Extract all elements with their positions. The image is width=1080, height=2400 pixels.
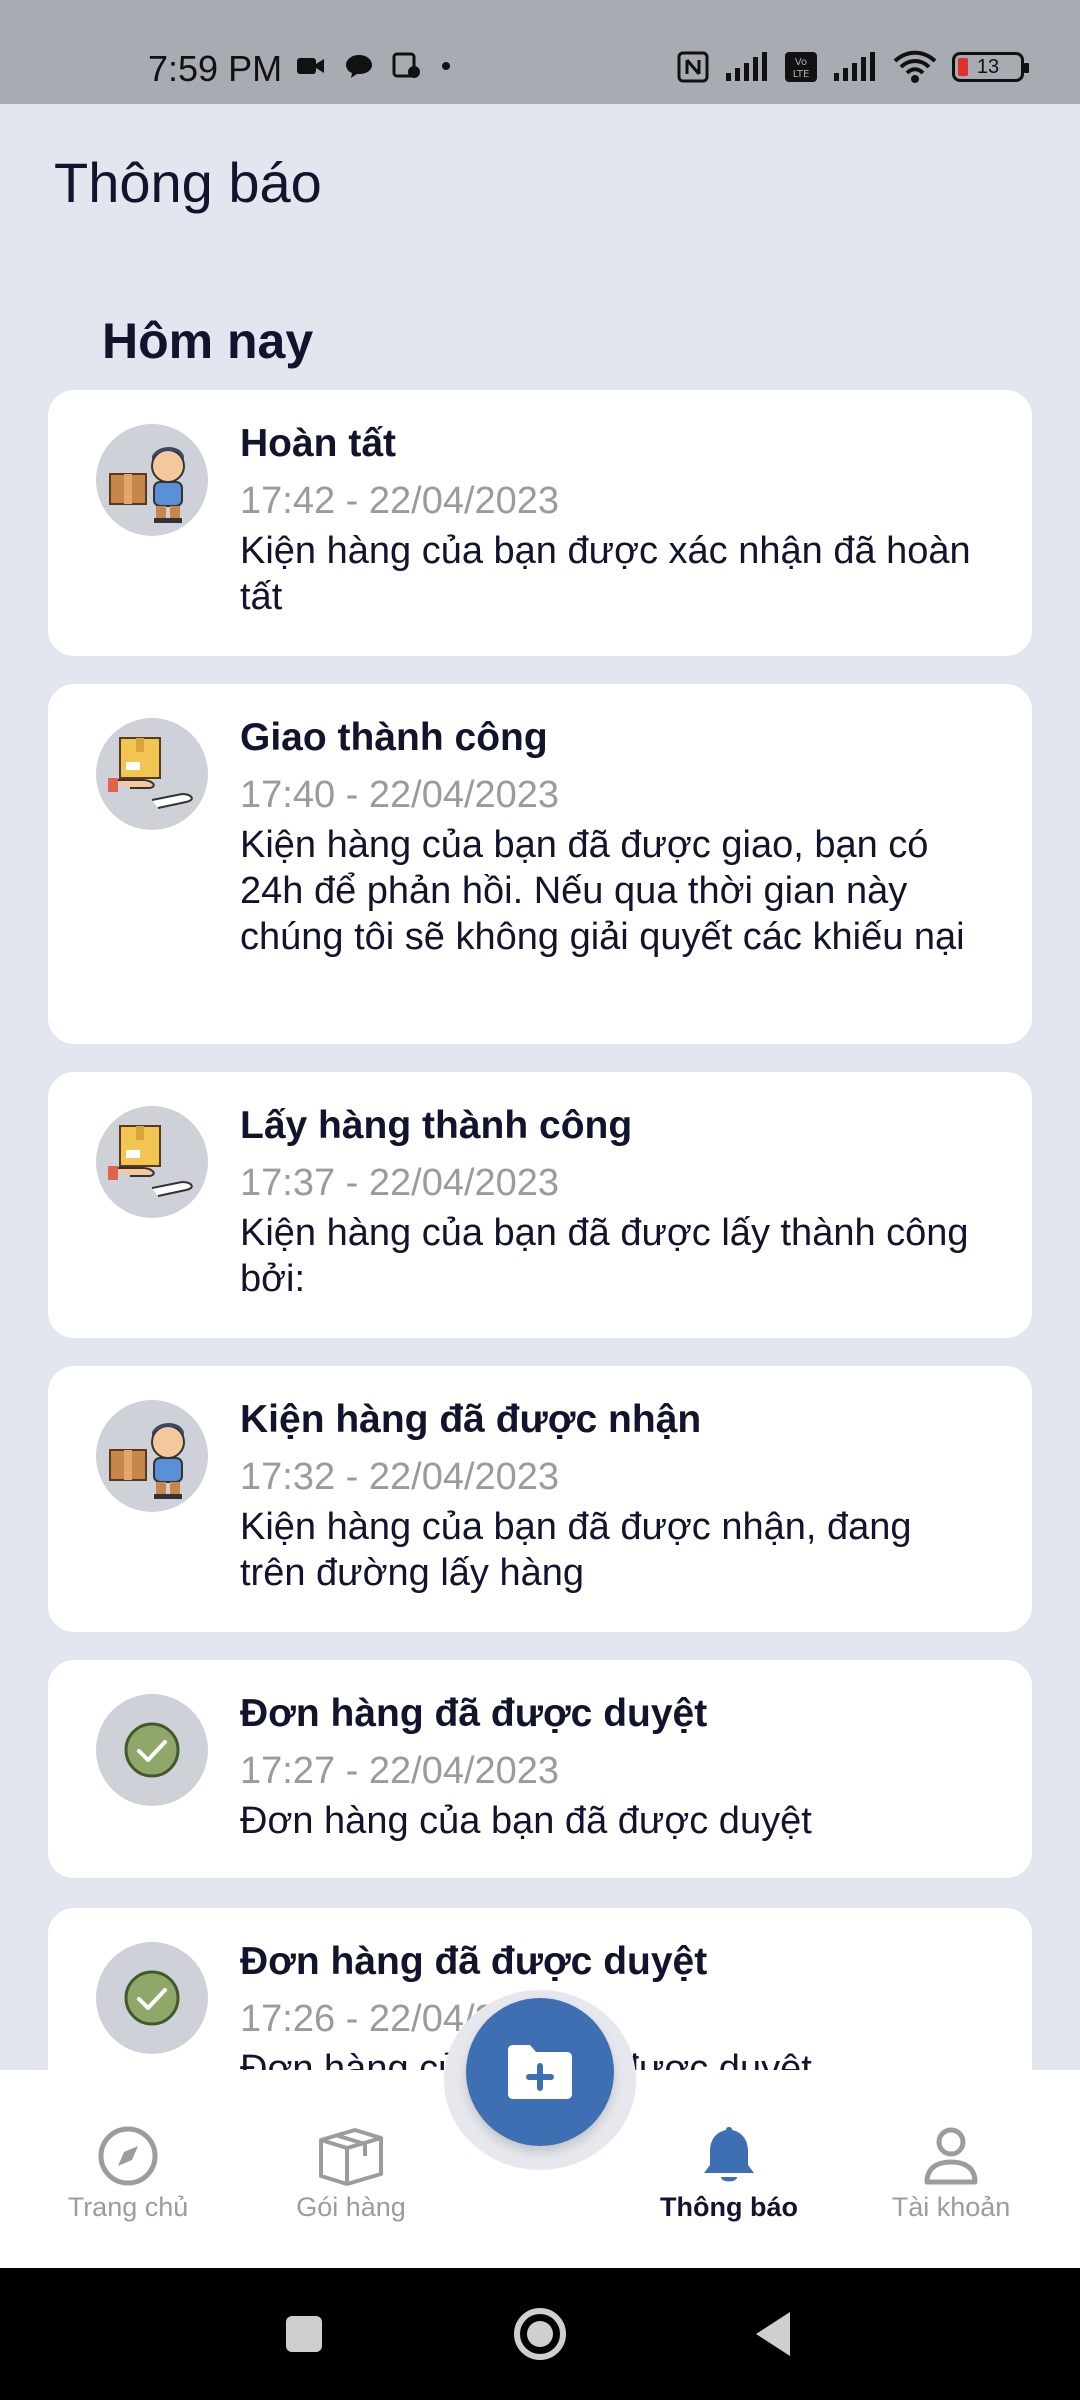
nav-packages[interactable]: Gói hàng bbox=[251, 2120, 451, 2223]
notification-title: Hoàn tất bbox=[240, 422, 396, 465]
nav-home-label: Trang chủ bbox=[67, 2192, 189, 2222]
package-hand-icon bbox=[96, 1106, 208, 1218]
nav-account-label: Tài khoản bbox=[891, 2192, 1011, 2222]
check-circle-icon bbox=[96, 1694, 208, 1806]
notification-body: Kiện hàng của bạn đã được lấy thành công… bbox=[240, 1212, 969, 1300]
nav-notifications[interactable]: Thông báo bbox=[629, 2120, 829, 2223]
notification-title: Đơn hàng đã được duyệt bbox=[240, 1940, 708, 1983]
notification-card[interactable]: Hoàn tất 17:42 - 22/04/2023 Kiện hàng củ… bbox=[48, 390, 1032, 656]
delivery-person-icon bbox=[96, 1400, 208, 1512]
status-time: 7:59 PM bbox=[148, 48, 283, 89]
check-circle-icon bbox=[96, 1942, 208, 2054]
svg-text:LTE: LTE bbox=[793, 69, 810, 80]
compass-icon bbox=[98, 2126, 158, 2186]
signal-icon-2 bbox=[834, 52, 875, 81]
notification-title: Giao thành công bbox=[240, 716, 548, 759]
notification-card[interactable]: Đơn hàng đã được duyệt 17:27 - 22/04/202… bbox=[48, 1660, 1032, 1878]
system-nav-bar bbox=[0, 2268, 1080, 2400]
notification-time: 17:27 - 22/04/2023 bbox=[240, 1750, 560, 1792]
status-bar: 7:59 PM Vo LTE 13 bbox=[0, 0, 1080, 104]
signal-icon bbox=[726, 52, 767, 81]
recents-button[interactable] bbox=[282, 2304, 326, 2364]
notification-body: Kiện hàng của bạn đã được nhận, đang trê… bbox=[240, 1506, 912, 1594]
bell-icon bbox=[704, 2127, 754, 2182]
add-package-button[interactable] bbox=[466, 1998, 614, 2146]
notification-body: Kiện hàng của bạn được xác nhận đã hoàn … bbox=[240, 530, 971, 618]
notification-card[interactable]: Lấy hàng thành công 17:37 - 22/04/2023 K… bbox=[48, 1072, 1032, 1338]
delivery-person-icon bbox=[96, 424, 208, 536]
wifi-icon bbox=[893, 50, 937, 83]
notification-list[interactable]: Hoàn tất 17:42 - 22/04/2023 Kiện hàng củ… bbox=[48, 390, 1032, 2070]
dot-icon bbox=[442, 62, 450, 70]
nav-packages-label: Gói hàng bbox=[296, 2192, 406, 2222]
folder-plus-icon bbox=[508, 2045, 572, 2099]
nfc-icon bbox=[677, 51, 709, 83]
notification-time: 17:40 - 22/04/2023 bbox=[240, 774, 560, 816]
notification-title: Kiện hàng đã được nhận bbox=[240, 1398, 702, 1441]
notification-time: 17:42 - 22/04/2023 bbox=[240, 480, 560, 522]
page-title: Thông báo bbox=[54, 151, 322, 214]
box-icon bbox=[319, 2128, 383, 2186]
home-button[interactable] bbox=[508, 2304, 572, 2364]
package-hand-icon bbox=[96, 718, 208, 830]
nav-notifications-label: Thông báo bbox=[660, 2192, 798, 2222]
screen-record-icon bbox=[392, 52, 420, 78]
notification-title: Đơn hàng đã được duyệt bbox=[240, 1692, 708, 1735]
chat-bubble-icon bbox=[346, 55, 372, 78]
user-icon bbox=[924, 2127, 978, 2185]
nav-account[interactable]: Tài khoản bbox=[851, 2120, 1051, 2223]
svg-text:Vo: Vo bbox=[795, 57, 807, 68]
notification-time: 17:37 - 22/04/2023 bbox=[240, 1162, 560, 1204]
notification-title: Lấy hàng thành công bbox=[240, 1104, 633, 1147]
notification-time: 17:32 - 22/04/2023 bbox=[240, 1456, 560, 1498]
video-camera-icon bbox=[297, 58, 324, 74]
volte-icon: VoLTE bbox=[785, 52, 817, 82]
notification-card[interactable]: Giao thành công 17:40 - 22/04/2023 Kiện … bbox=[48, 684, 1032, 1044]
nav-home[interactable]: Trang chủ bbox=[28, 2120, 228, 2223]
back-button[interactable] bbox=[752, 2304, 796, 2364]
notification-card[interactable]: Kiện hàng đã được nhận 17:32 - 22/04/202… bbox=[48, 1366, 1032, 1632]
section-title: Hôm nay bbox=[102, 313, 314, 369]
notification-body: Đơn hàng của bạn đã được duyệt bbox=[240, 1800, 812, 1842]
battery-icon: 13 bbox=[952, 52, 1029, 82]
battery-level: 13 bbox=[976, 55, 1000, 78]
notification-body: Kiện hàng của bạn đã được giao, bạn có 2… bbox=[240, 824, 965, 958]
